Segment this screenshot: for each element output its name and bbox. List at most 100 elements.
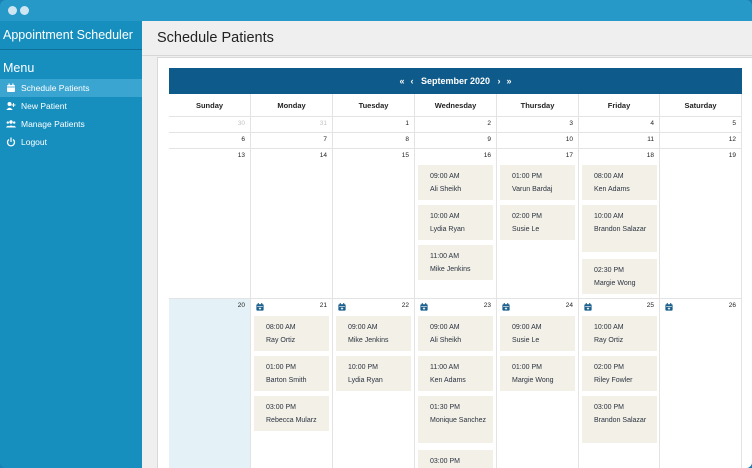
add-appointment-icon[interactable] <box>502 303 510 311</box>
day-cell[interactable]: 21 08:00 AM Ray Ortiz 01:00 PM Barton Smith 0… <box>251 299 333 468</box>
day-cell[interactable]: 6 <box>169 133 251 149</box>
day-cell[interactable]: 17 01:00 PM Varun Bardaj 02:00 PM Susie Le <box>497 149 579 299</box>
day-cell[interactable]: 5 <box>660 117 742 133</box>
appointment-patient: Mike Jenkins <box>430 265 471 273</box>
appointment-card[interactable]: 02:30 PM Margie Wong <box>582 259 657 294</box>
appointment-time: 08:00 AM <box>594 173 624 180</box>
weekday-label: Friday <box>579 94 660 116</box>
day-cell[interactable]: 1 <box>333 117 415 133</box>
day-cell[interactable]: 10 <box>497 133 579 149</box>
day-number: 20 <box>237 302 245 309</box>
appointment-card[interactable]: 10:00 AM Lydia Ryan <box>418 205 493 240</box>
day-cell[interactable]: 26 <box>660 299 742 468</box>
day-cell[interactable]: 11 <box>579 133 660 149</box>
appointment-card[interactable]: 09:00 AM Susie Le <box>500 316 575 351</box>
weekday-header-row: Sunday Monday Tuesday Wednesday Thursday Frid… <box>169 94 742 117</box>
appointment-time: 10:00 AM <box>594 324 624 331</box>
add-appointment-icon[interactable] <box>584 303 592 311</box>
day-cell[interactable]: 9 <box>415 133 497 149</box>
appointment-patient: Ali Sheikh <box>430 336 462 344</box>
appointment-card[interactable]: 09:00 AM Mike Jenkins <box>336 316 411 351</box>
day-number: 22 <box>401 302 409 309</box>
appointment-card[interactable]: 03:00 PM Brandon Salazar <box>582 396 657 443</box>
appointment-patient: Monique Sanchez <box>430 416 487 424</box>
weekday-label: Thursday <box>497 94 579 116</box>
sidebar-item-schedule-patients[interactable]: Schedule Patients <box>0 79 142 97</box>
window-minimize-dot[interactable] <box>20 6 29 15</box>
sidebar-item-new-patient[interactable]: New Patient <box>0 97 142 115</box>
appointment-time: 03:00 PM <box>594 404 624 411</box>
add-appointment-icon[interactable] <box>256 303 264 311</box>
calendar-header: « ‹ September 2020 › » <box>169 68 742 94</box>
day-cell[interactable]: 31 <box>251 117 333 133</box>
users-icon <box>6 120 16 128</box>
prev-month-button[interactable]: ‹ <box>408 76 416 86</box>
day-cell[interactable]: 30 <box>169 117 251 133</box>
appointment-time: 08:00 AM <box>266 324 296 331</box>
day-cell[interactable]: 8 <box>333 133 415 149</box>
appointment-patient: Mike Jenkins <box>348 336 389 344</box>
appointment-card[interactable]: 11:00 AM Mike Jenkins <box>418 245 493 280</box>
window-close-dot[interactable] <box>8 6 17 15</box>
day-number: 12 <box>728 136 736 143</box>
next-month-button[interactable]: › <box>495 76 503 86</box>
appointment-card[interactable]: 03:00 PM <box>418 450 493 468</box>
window-titlebar <box>0 0 752 21</box>
weekday-label: Sunday <box>169 94 251 116</box>
add-appointment-icon[interactable] <box>665 303 673 311</box>
appointment-card[interactable]: 08:00 AM Ken Adams <box>582 165 657 200</box>
day-cell[interactable]: 7 <box>251 133 333 149</box>
day-cell[interactable]: 18 08:00 AM Ken Adams 10:00 AM Brandon Salaz… <box>579 149 660 299</box>
day-cell[interactable]: 15 <box>333 149 415 299</box>
day-cell[interactable]: 3 <box>497 117 579 133</box>
add-appointment-icon[interactable] <box>338 303 346 311</box>
appointment-card[interactable]: 02:00 PM Riley Fowler <box>582 356 657 391</box>
day-cell[interactable]: 2 <box>415 117 497 133</box>
appointment-card[interactable]: 01:00 PM Barton Smith <box>254 356 329 391</box>
day-cell[interactable]: 22 09:00 AM Mike Jenkins 10:00 PM Lydia Ryan <box>333 299 415 468</box>
appointment-card[interactable]: 01:00 PM Varun Bardaj <box>500 165 575 200</box>
appointment-card[interactable]: 01:30 PM Monique Sanchez <box>418 396 493 443</box>
prev-year-button[interactable]: « <box>398 76 406 86</box>
appointment-card[interactable]: 10:00 AM Brandon Salazar <box>582 205 657 252</box>
appointment-patient: Brandon Salazar <box>594 416 647 424</box>
appointment-card[interactable]: 10:00 AM Ray Ortiz <box>582 316 657 351</box>
day-cell[interactable]: 12 <box>660 133 742 149</box>
add-appointment-icon[interactable] <box>420 303 428 311</box>
day-cell[interactable]: 4 <box>579 117 660 133</box>
day-cell[interactable]: 14 <box>251 149 333 299</box>
appointment-card[interactable]: 11:00 AM Ken Adams <box>418 356 493 391</box>
day-cell[interactable]: 13 <box>169 149 251 299</box>
day-number: 19 <box>728 152 736 159</box>
sidebar-item-manage-patients[interactable]: Manage Patients <box>0 115 142 133</box>
appointment-card[interactable]: 02:00 PM Susie Le <box>500 205 575 240</box>
appointment-card[interactable]: 09:00 AM Ali Sheikh <box>418 316 493 351</box>
appointment-patient: Margie Wong <box>594 279 636 287</box>
month-label: September 2020 <box>420 76 491 86</box>
day-number: 7 <box>323 136 327 143</box>
app-title: Appointment Scheduler <box>3 28 133 42</box>
sidebar: Appointment Scheduler Menu Schedule Pati… <box>0 21 142 468</box>
day-cell[interactable]: 20 <box>169 299 251 468</box>
appointment-time: 03:00 PM <box>430 458 460 465</box>
header-divider <box>142 55 752 56</box>
day-cell[interactable]: 23 09:00 AM Ali Sheikh 11:00 AM Ken Adams 01:… <box>415 299 497 468</box>
sidebar-item-logout[interactable]: Logout <box>0 133 142 151</box>
day-cell[interactable]: 24 09:00 AM Susie Le 01:00 PM Margie Wong <box>497 299 579 468</box>
appointment-card[interactable]: 03:00 PM Rebecca Mularz <box>254 396 329 431</box>
appointment-card[interactable]: 10:00 PM Lydia Ryan <box>336 356 411 391</box>
day-cell[interactable]: 19 <box>660 149 742 299</box>
day-number: 23 <box>483 302 491 309</box>
appointment-time: 01:00 PM <box>266 364 296 371</box>
day-number: 2 <box>487 120 491 127</box>
appointment-time: 09:00 AM <box>430 324 460 331</box>
day-cell[interactable]: 16 09:00 AM Ali Sheikh 10:00 AM Lydia Ryan 11… <box>415 149 497 299</box>
appointment-card[interactable]: 01:00 PM Margie Wong <box>500 356 575 391</box>
appointment-patient: Susie Le <box>512 225 540 233</box>
next-year-button[interactable]: » <box>505 76 513 86</box>
appointment-card[interactable]: 09:00 AM Ali Sheikh <box>418 165 493 200</box>
appointment-time: 10:00 AM <box>430 213 460 220</box>
day-number: 17 <box>565 152 573 159</box>
day-cell[interactable]: 25 10:00 AM Ray Ortiz 02:00 PM Riley Fowler 0… <box>579 299 660 468</box>
appointment-card[interactable]: 08:00 AM Ray Ortiz <box>254 316 329 351</box>
